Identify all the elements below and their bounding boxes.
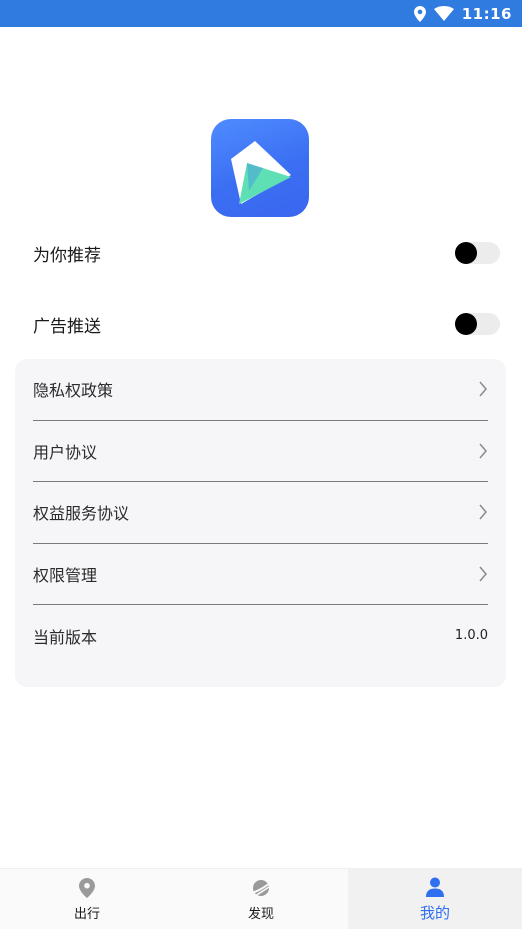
version-value: 1.0.0 <box>454 628 488 644</box>
recommend-row: 为你推荐 <box>0 228 522 278</box>
menu-item-label: 用户协议 <box>33 442 98 462</box>
recommend-toggle[interactable] <box>455 242 500 264</box>
discover-icon <box>251 877 271 899</box>
status-bar: 11:16 <box>0 0 522 27</box>
tab-travel[interactable]: 出行 <box>0 869 174 929</box>
version-label: 当前版本 <box>33 627 98 647</box>
map-pin-icon <box>79 877 95 899</box>
location-icon <box>413 5 426 22</box>
tab-label: 出行 <box>73 906 100 922</box>
menu-item-version: 当前版本 1.0.0 <box>33 605 488 667</box>
menu-item-label: 权益服务协议 <box>33 504 130 524</box>
settings-menu-card: 隐私权政策 用户协议 权益服务协议 权限管理 当前版本 1.0.0 <box>15 359 506 687</box>
menu-item-label: 权限管理 <box>33 565 98 585</box>
menu-item-permission-management[interactable]: 权限管理 <box>33 544 488 605</box>
menu-item-service-agreement[interactable]: 权益服务协议 <box>33 482 488 544</box>
tab-label: 发现 <box>247 906 274 922</box>
menu-item-label: 隐私权政策 <box>33 381 114 401</box>
status-time: 11:16 <box>461 4 512 23</box>
chevron-right-icon <box>478 504 488 520</box>
tab-label: 我的 <box>419 903 450 922</box>
menu-item-user-agreement[interactable]: 用户协议 <box>33 421 488 482</box>
tab-discover[interactable]: 发现 <box>174 869 348 929</box>
toggle-knob <box>455 313 477 335</box>
ads-row: 广告推送 <box>0 299 522 349</box>
user-icon <box>426 876 444 898</box>
wifi-icon <box>433 6 454 21</box>
toggle-knob <box>455 242 477 264</box>
tab-mine[interactable]: 我的 <box>348 869 522 929</box>
bottom-tab-bar: 出行 发现 我的 <box>0 868 522 929</box>
chevron-right-icon <box>478 381 488 397</box>
app-logo-icon <box>211 119 309 217</box>
ads-label: 广告推送 <box>33 316 101 337</box>
chevron-right-icon <box>478 566 488 582</box>
ads-toggle[interactable] <box>455 313 500 335</box>
menu-item-privacy-policy[interactable]: 隐私权政策 <box>33 359 488 421</box>
recommend-label: 为你推荐 <box>33 245 101 266</box>
chevron-right-icon <box>478 443 488 459</box>
